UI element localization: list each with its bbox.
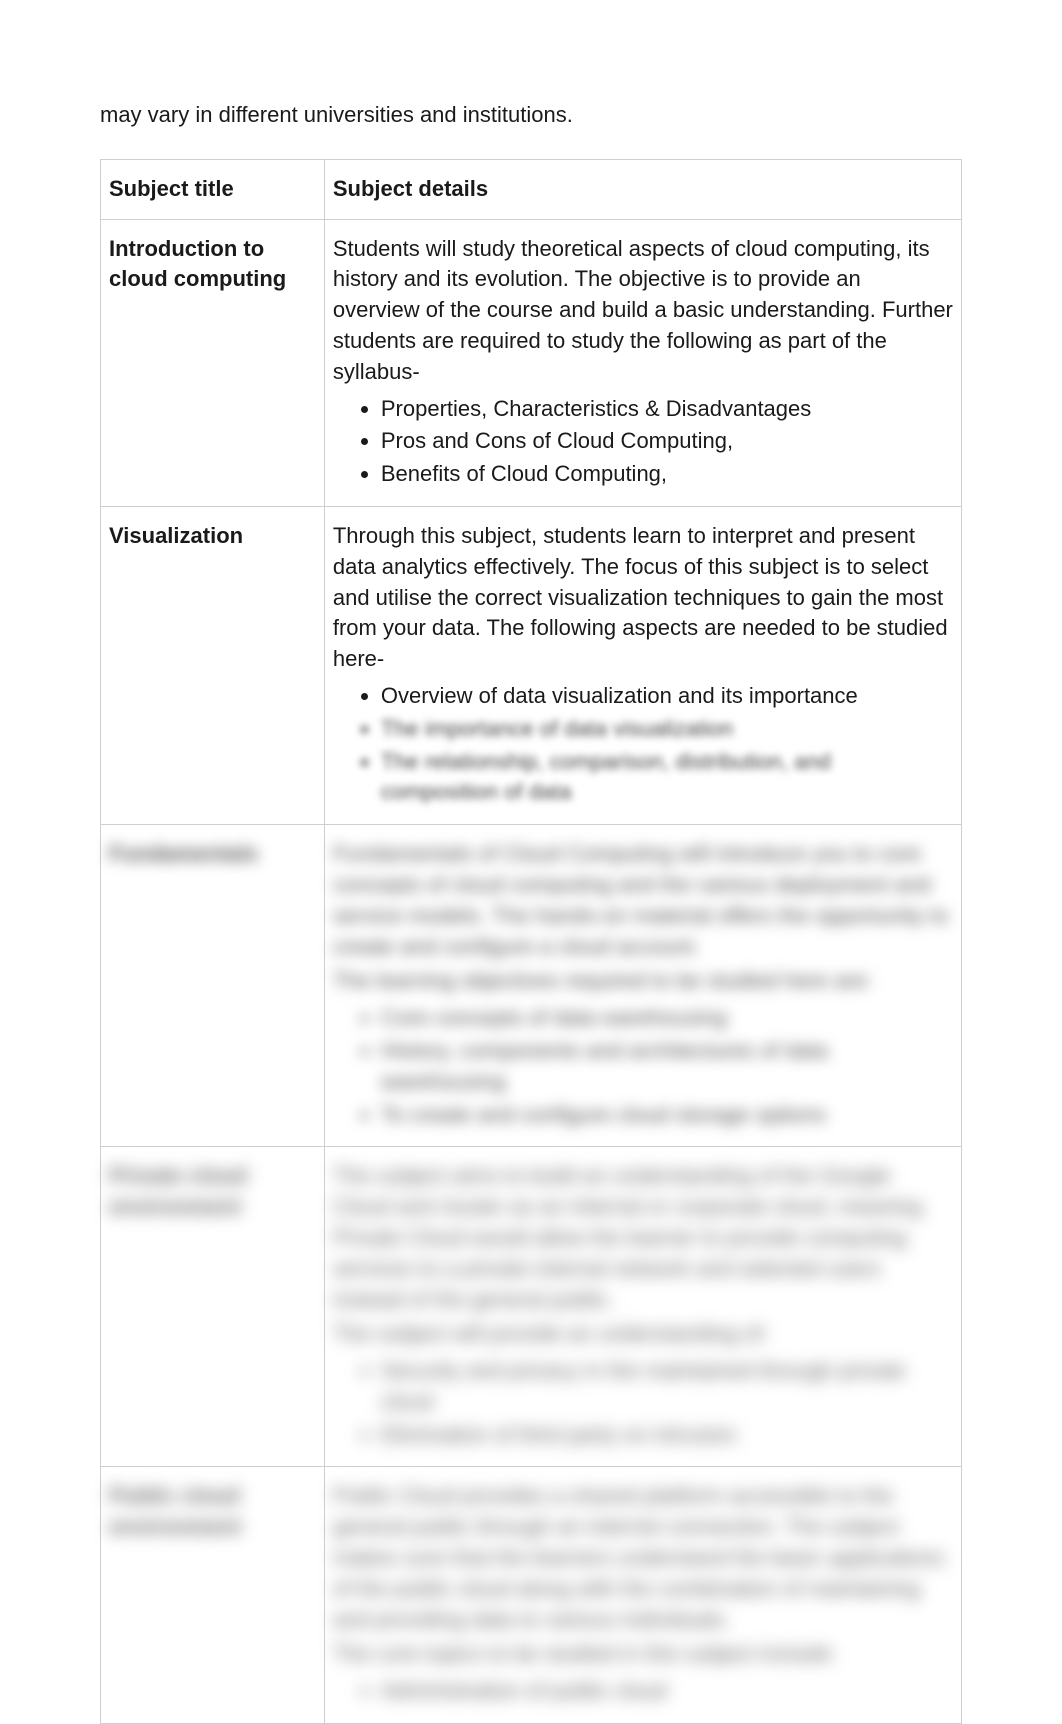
details-paragraph: The core topics to be studied in this su…: [333, 1639, 953, 1670]
details-bullet-list: Properties, Characteristics & Disadvanta…: [381, 394, 953, 490]
details-paragraph: Public Cloud provides a shared platform …: [333, 1481, 953, 1635]
subject-details-cell: Fundamentals of Cloud Computing will int…: [324, 825, 961, 1147]
details-bullet-item: Overview of data visualization and its i…: [381, 681, 953, 712]
table-row: Visualization Through this subject, stude…: [101, 506, 962, 824]
details-bullet-item: Elimination of third party on intrusion: [381, 1420, 953, 1451]
details-paragraph: Through this subject, students learn to …: [333, 521, 953, 675]
subject-title-cell: Introduction to cloud computing: [101, 219, 325, 506]
details-bullet-list: Overview of data visualization and its i…: [381, 681, 953, 808]
details-bullet-item: Pros and Cons of Cloud Computing,: [381, 426, 953, 457]
details-bullet-list: Administration of public cloud: [381, 1676, 953, 1707]
syllabus-table: Subject title Subject details Introducti…: [100, 159, 962, 1724]
col-header-subject-title: Subject title: [101, 159, 325, 219]
subject-title-text: Fundamentals: [109, 841, 258, 866]
details-bullet-item: Benefits of Cloud Computing,: [381, 459, 953, 490]
subject-details-cell: Public Cloud provides a shared platform …: [324, 1467, 961, 1724]
details-bullet-item: Administration of public cloud: [381, 1676, 953, 1707]
details-bullet-item: History, components and architectures of…: [381, 1036, 953, 1098]
details-paragraph: Students will study theoretical aspects …: [333, 234, 953, 388]
subject-details-cell: Students will study theoretical aspects …: [324, 219, 961, 506]
table-row: Fundamentals Fundamentals of Cloud Comput…: [101, 825, 962, 1147]
table-row: Public cloud environment Public Cloud pro…: [101, 1467, 962, 1724]
details-paragraph: The subject will provide an understandin…: [333, 1319, 953, 1350]
details-bullet-item: The importance of data visualization: [381, 714, 953, 745]
subject-title-text: Introduction to cloud computing: [109, 236, 286, 292]
details-paragraph: The learning objectives required to be s…: [333, 966, 953, 997]
table-row: Private cloud environment The subject aim…: [101, 1147, 962, 1467]
details-bullet-item: Properties, Characteristics & Disadvanta…: [381, 394, 953, 425]
subject-title-cell: Private cloud environment: [101, 1147, 325, 1467]
details-bullet-item: To create and configure cloud storage op…: [381, 1100, 953, 1131]
table-row: Introduction to cloud computing Students …: [101, 219, 962, 506]
subject-title-text: Public cloud environment: [109, 1483, 241, 1539]
subject-title-text: Visualization: [109, 523, 243, 548]
details-paragraph: Fundamentals of Cloud Computing will int…: [333, 839, 953, 962]
subject-details-cell: Through this subject, students learn to …: [324, 506, 961, 824]
subject-title-cell: Visualization: [101, 506, 325, 824]
intro-paragraph: may vary in different universities and i…: [100, 100, 962, 131]
details-bullet-item: Core concepts of data warehousing: [381, 1003, 953, 1034]
subject-title-cell: Public cloud environment: [101, 1467, 325, 1724]
details-bullet-list: Security and privacy in the maintained t…: [381, 1356, 953, 1450]
subject-details-cell: The subject aims to build an understandi…: [324, 1147, 961, 1467]
col-header-subject-details: Subject details: [324, 159, 961, 219]
details-bullet-item: Security and privacy in the maintained t…: [381, 1356, 953, 1418]
details-paragraph: The subject aims to build an understandi…: [333, 1161, 953, 1315]
details-bullet-list: Core concepts of data warehousingHistory…: [381, 1003, 953, 1130]
details-bullet-item: The relationship, comparison, distributi…: [381, 747, 953, 809]
subject-title-text: Private cloud environment: [109, 1163, 247, 1219]
subject-title-cell: Fundamentals: [101, 825, 325, 1147]
table-header-row: Subject title Subject details: [101, 159, 962, 219]
